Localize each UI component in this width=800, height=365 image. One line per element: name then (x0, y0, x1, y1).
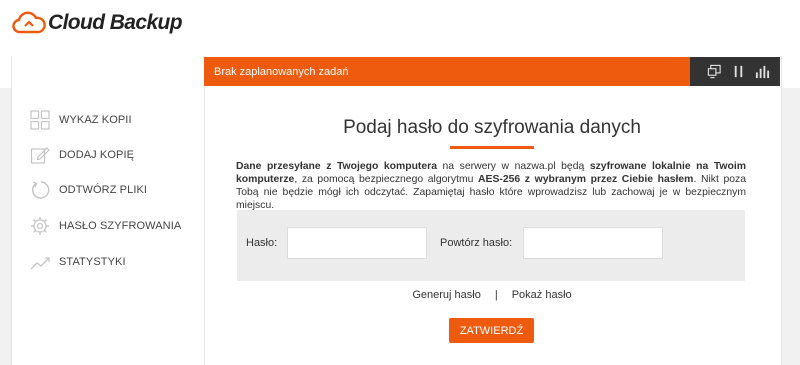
desc-text-1: na serwery w nazwa.pl będą (436, 161, 590, 172)
status-bar: Brak zaplanowanych zadań (204, 57, 690, 86)
cloud-logo-icon (12, 11, 46, 34)
link-separator: | (494, 289, 498, 301)
generate-password-link[interactable]: Generuj hasło (412, 289, 481, 301)
password-input[interactable] (287, 227, 427, 259)
grid-icon (30, 110, 50, 130)
show-password-link[interactable]: Pokaż hasło (512, 289, 572, 301)
logo-text: Cloud Backup (48, 11, 183, 34)
status-text: Brak zaplanowanych zadań (214, 65, 349, 78)
desc-text-2: , za pomocą bezpiecznego algorytmu (294, 174, 479, 185)
edit-icon (30, 147, 50, 164)
chart-line-icon (30, 257, 50, 270)
pause-icon[interactable] (731, 64, 746, 79)
title-underline (450, 146, 534, 149)
toolbar (690, 57, 780, 86)
sidebar-item-label: DODAJ KOPIĘ (59, 149, 135, 161)
sidebar-item-label: ODTWÓRZ PLIKI (59, 184, 148, 196)
restore-icon (32, 181, 50, 199)
app-logo: Cloud Backup (12, 11, 183, 35)
repeat-password-label: Powtórz hasło: (440, 237, 513, 249)
sidebar-item-label: WYKAZ KOPII (59, 114, 132, 126)
password-form: Hasło: Powtórz hasło: (237, 210, 745, 281)
sidebar-item-add-backup[interactable]: DODAJ KOPIĘ (30, 143, 134, 167)
top-status-bar: Brak zaplanowanych zadań (204, 57, 780, 86)
sidebar-item-statistics[interactable]: STATYSTYKI (30, 250, 126, 274)
sidebar-item-backup-list[interactable]: WYKAZ KOPII (30, 108, 132, 132)
sidebar-item-encryption-password[interactable]: HASŁO SZYFROWANIA (30, 214, 181, 238)
password-links: Generuj hasło | Pokaż hasło (204, 289, 780, 301)
desc-bold-1: Dane przesyłane z Twojego komputera (236, 161, 437, 172)
sidebar: WYKAZ KOPII DODAJ KOPIĘ ODTWÓRZ PLIKI HA… (11, 56, 205, 365)
bar-chart-icon[interactable] (755, 64, 770, 79)
repeat-password-input[interactable] (523, 227, 663, 259)
gear-icon (31, 217, 49, 235)
description-text: Dane przesyłane z Twojego komputera na s… (236, 160, 746, 212)
sidebar-item-label: HASŁO SZYFROWANIA (59, 220, 182, 232)
desc-bold-3: AES-256 z wybranym przez Ciebie hasłem (478, 174, 694, 185)
sidebar-item-restore-files[interactable]: ODTWÓRZ PLIKI (30, 178, 147, 202)
password-label: Hasło: (246, 237, 278, 249)
monitor-icon[interactable] (707, 64, 722, 79)
page-title: Podaj hasło do szyfrowania danych (343, 117, 641, 138)
sidebar-item-label: STATYSTYKI (59, 256, 126, 268)
submit-button[interactable]: ZATWIERDŹ (449, 318, 534, 343)
